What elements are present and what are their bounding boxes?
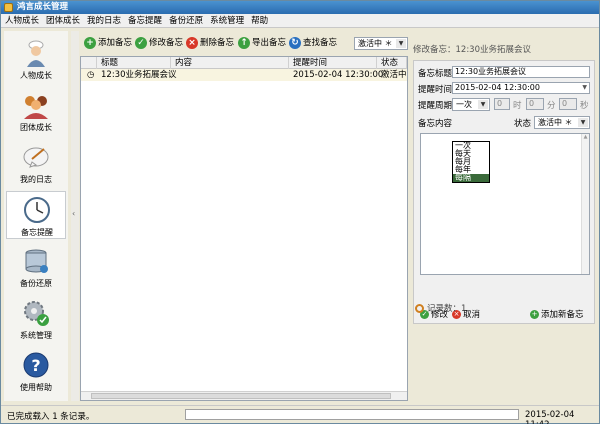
title-bar: 鸿言成长管理 [1,1,599,14]
content-label: 备忘内容 [418,119,453,129]
status-select[interactable]: 激活中 ＊ ▼ [534,116,590,129]
column-icon-header [81,57,97,69]
title-label: 备忘标题 [418,69,453,79]
row-content [171,69,289,81]
record-count: 记录数：1 [415,302,466,314]
second-unit: 秒 [580,101,589,111]
memo-detail-panel: 修改备忘：12:30业务拓展会议 备忘标题 12:30业务拓展会议 提醒时间 2… [411,31,597,401]
table-row[interactable]: ◷ 12:30业务拓展会议 2015-02-04 12:30:00 激活中 [81,69,407,81]
table-header: 标题 内容 提醒时间 状态 [81,57,407,69]
sidebar-item-my-diary[interactable]: 我的日志 [6,139,66,187]
clock-icon [24,197,50,223]
plus-icon: + [84,36,96,49]
check-icon: ✓ [135,36,147,49]
diary-icon [23,147,49,168]
status-label: 状态 [514,119,532,129]
menu-bar: 人物成长 团体成长 我的日志 备忘提醒 备份还原 系统管理 帮助 [1,14,599,28]
window-title: 鸿言成长管理 [17,2,69,12]
svg-text:?: ? [31,356,40,375]
add-new-memo-button[interactable]: + 添加新备忘 [530,309,584,321]
sidebar-item-person-growth[interactable]: 人物成长 [6,35,66,83]
period-select[interactable]: 一次 ▼ [452,98,490,111]
chevron-down-icon: ▼ [396,39,406,48]
menu-help[interactable]: 帮助 [248,14,271,28]
menu-system-management[interactable]: 系统管理 [207,14,247,28]
group-icon [24,96,48,119]
edit-memo-button[interactable]: ✓ 修改备忘 [135,36,183,50]
second-input[interactable]: 0 [559,98,577,110]
progress-bar [185,409,519,420]
column-header-title[interactable]: 标题 [97,57,171,69]
memo-table: 标题 内容 提醒时间 状态 ◷ 12:30业务拓展会议 2015-02-04 1… [80,56,408,401]
hour-unit: 时 [513,101,522,111]
menu-my-diary[interactable]: 我的日志 [84,14,124,28]
person-icon [27,40,45,67]
menu-backup-restore[interactable]: 备份还原 [166,14,206,28]
chevron-down-icon: ▼ [578,118,588,127]
time-input[interactable]: 2015-02-04 12:30:00 ▼ [452,82,590,94]
status-time: 2015-02-04 11:42 [525,410,575,424]
column-header-time[interactable]: 提醒时间 [289,57,377,69]
memo-edit-form: 备忘标题 12:30业务拓展会议 提醒时间 2015-02-04 12:30:0… [413,60,595,324]
sidebar-item-label: 备忘提醒 [21,228,53,237]
period-dropdown-list: 一次 每天 每月 每年 每隔 [452,141,490,183]
gear-icon [24,301,49,326]
minute-input[interactable]: 0 [526,98,544,110]
column-header-content[interactable]: 内容 [171,57,289,69]
find-memo-button[interactable]: ↻ 查找备忘 [289,36,337,50]
help-icon: ? [23,352,49,378]
chevron-down-icon: ▼ [582,84,587,91]
menu-person-growth[interactable]: 人物成长 [2,14,42,28]
chevron-down-icon: ▼ [478,100,488,109]
time-label: 提醒时间 [418,85,453,95]
chevron-left-icon: ‹ [72,209,76,218]
app-window: 鸿言成长管理 人物成长 团体成长 我的日志 备忘提醒 备份还原 系统管理 帮助 人物成长 团… [0,0,600,424]
sidebar-item-label: 系统管理 [20,331,52,340]
sidebar-collapse-handle[interactable]: ‹ [71,31,79,401]
refresh-icon [415,304,424,313]
export-memo-button[interactable]: ↑ 导出备忘 [238,36,286,50]
toolbar: + 添加备忘 ✓ 修改备忘 × 删除备忘 ↑ 导出备忘 ↻ 查找备忘 激活中 ＊ ▼ [80,31,408,55]
sidebar-item-label: 人物成长 [20,71,52,80]
column-header-status[interactable]: 状态 [377,57,407,69]
row-title: 12:30业务拓展会议 [101,70,177,80]
detail-header: 修改备忘：12:30业务拓展会议 [413,45,531,55]
row-time: 2015-02-04 12:30:00 [293,70,384,80]
plus-icon: + [530,310,539,319]
scrollbar-thumb[interactable] [91,393,391,399]
title-input[interactable]: 12:30业务拓展会议 [452,66,590,78]
sidebar: 人物成长 团体成长 我的日志 备忘提醒 备份还原 系统管理 ? 使用帮助 [4,31,68,401]
status-message: 已完成载入 1 条记录。 [7,412,95,422]
delete-icon: × [186,36,198,49]
sidebar-item-label: 我的日志 [20,175,52,184]
menu-memo-reminder[interactable]: 备忘提醒 [125,14,165,28]
sidebar-item-system-management[interactable]: 系统管理 [6,295,66,343]
horizontal-scrollbar[interactable] [81,391,407,400]
sidebar-item-group-growth[interactable]: 团体成长 [6,87,66,135]
delete-memo-button[interactable]: × 删除备忘 [186,36,234,50]
database-icon [25,249,48,273]
period-label: 提醒周期 [418,101,453,111]
refresh-icon: ↻ [289,36,301,49]
sidebar-item-help[interactable]: ? 使用帮助 [6,347,66,395]
row-status: 激活中 [381,70,407,80]
app-logo-icon [4,3,13,12]
sidebar-item-label: 使用帮助 [20,383,52,392]
content-textarea[interactable]: ▲ [420,133,590,275]
status-filter-select[interactable]: 激活中 ＊ ▼ [354,37,408,50]
status-bar: 已完成载入 1 条记录。 2015-02-04 11:42 [1,405,599,424]
period-option-interval[interactable]: 每隔 [453,174,489,182]
vertical-scrollbar[interactable]: ▲ [581,134,589,274]
hour-input[interactable]: 0 [494,98,510,110]
up-arrow-icon: ↑ [238,36,250,49]
clock-icon: ◷ [87,70,95,80]
sidebar-item-memo-reminder[interactable]: 备忘提醒 [6,191,66,239]
minute-unit: 分 [547,101,556,111]
sidebar-item-label: 备份还原 [20,279,52,288]
sidebar-item-label: 团体成长 [20,123,52,132]
sidebar-item-backup-restore[interactable]: 备份还原 [6,243,66,291]
add-memo-button[interactable]: + 添加备忘 [84,36,132,50]
menu-group-growth[interactable]: 团体成长 [43,14,83,28]
memo-list-panel: + 添加备忘 ✓ 修改备忘 × 删除备忘 ↑ 导出备忘 ↻ 查找备忘 激活中 ＊ ▼ 标题… [80,31,408,401]
